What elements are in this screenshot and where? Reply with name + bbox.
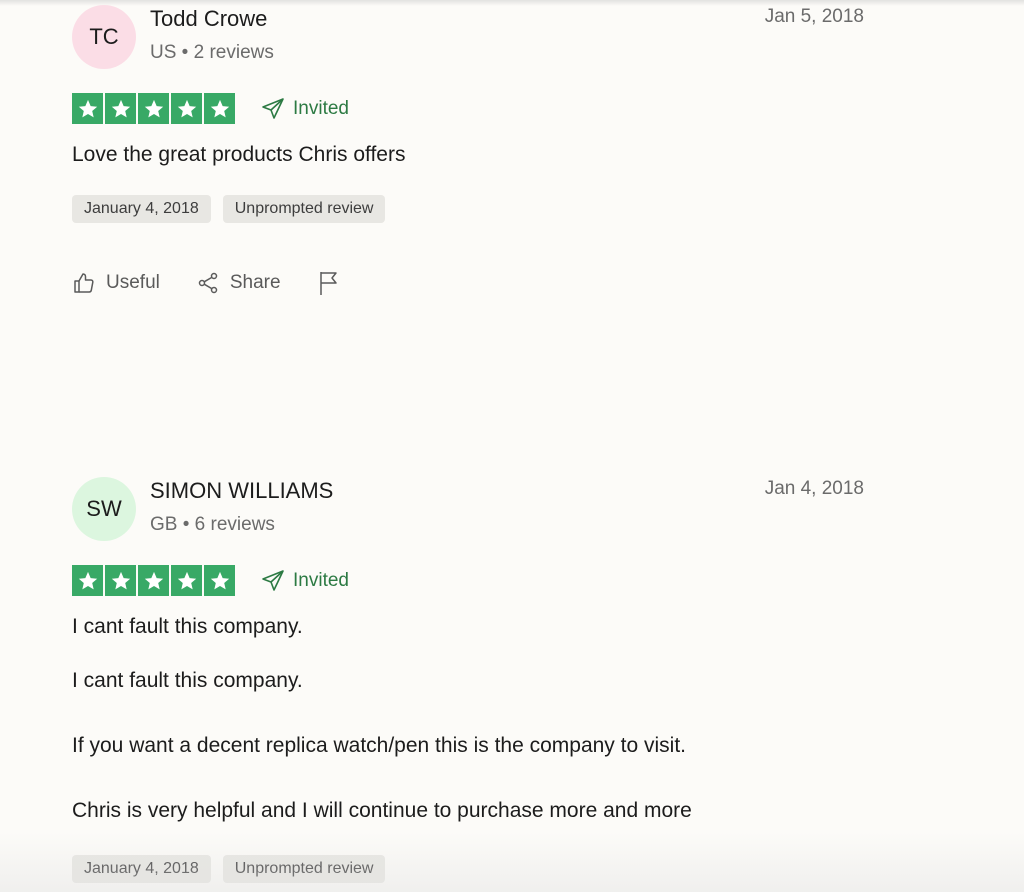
share-label: Share: [229, 272, 281, 293]
star-icon: [105, 565, 136, 596]
review-header: TC Todd Crowe US • 2 reviews Jan 5, 2018: [72, 0, 872, 80]
rating-row: Invited: [72, 93, 349, 124]
flag-icon: [319, 272, 337, 295]
useful-label: Useful: [106, 272, 160, 293]
star-icon: [171, 93, 202, 124]
review-header: SW SIMON WILLIAMS GB • 6 reviews Jan 4, …: [72, 472, 872, 552]
rating-row: Invited: [72, 565, 349, 596]
review-tags: January 4, 2018 Unprompted review: [72, 855, 386, 883]
review-body-line: Chris is very helpful and I will continu…: [72, 799, 692, 822]
star-icon: [204, 565, 235, 596]
review-title[interactable]: Love the great products Chris offers: [72, 143, 405, 167]
reviewer-meta: US • 2 reviews: [150, 42, 274, 63]
star-icon: [171, 565, 202, 596]
thumbs-up-icon: [74, 273, 94, 293]
avatar[interactable]: SW: [72, 477, 136, 541]
review-date: Jan 4, 2018: [764, 478, 864, 499]
review-card: SW SIMON WILLIAMS GB • 6 reviews Jan 4, …: [72, 472, 872, 883]
reviewer-name[interactable]: SIMON WILLIAMS: [150, 478, 333, 504]
invited-label: Invited: [293, 97, 349, 119]
review-date: Jan 5, 2018: [764, 6, 864, 27]
experience-date-tag: January 4, 2018: [72, 195, 211, 223]
star-icon: [72, 565, 103, 596]
star-icon: [138, 565, 169, 596]
send-icon: [262, 569, 284, 591]
review-tags: January 4, 2018 Unprompted review: [72, 195, 386, 223]
review-card: TC Todd Crowe US • 2 reviews Jan 5, 2018…: [72, 0, 872, 295]
review-actions: Useful Share: [72, 270, 341, 296]
review-body-line: I cant fault this company.: [72, 669, 303, 692]
invited-badge[interactable]: Invited: [261, 97, 349, 121]
share-button[interactable]: Share: [196, 271, 281, 295]
invited-label: Invited: [293, 569, 349, 591]
star-icon: [72, 93, 103, 124]
send-icon: [262, 97, 284, 119]
avatar[interactable]: TC: [72, 5, 136, 69]
experience-date-tag: January 4, 2018: [72, 855, 211, 883]
report-button[interactable]: [317, 270, 341, 296]
unprompted-tag: Unprompted review: [222, 855, 386, 883]
star-icon: [105, 93, 136, 124]
star-rating: [72, 93, 235, 124]
unprompted-tag: Unprompted review: [222, 195, 386, 223]
star-rating: [72, 565, 235, 596]
invited-badge[interactable]: Invited: [261, 569, 349, 593]
star-icon: [138, 93, 169, 124]
useful-button[interactable]: Useful: [72, 271, 160, 295]
share-icon: [198, 272, 218, 294]
review-body-line: If you want a decent replica watch/pen t…: [72, 734, 686, 757]
review-title[interactable]: I cant fault this company.: [72, 615, 303, 639]
reviewer-meta: GB • 6 reviews: [150, 514, 275, 535]
reviewer-name[interactable]: Todd Crowe: [150, 6, 267, 32]
star-icon: [204, 93, 235, 124]
